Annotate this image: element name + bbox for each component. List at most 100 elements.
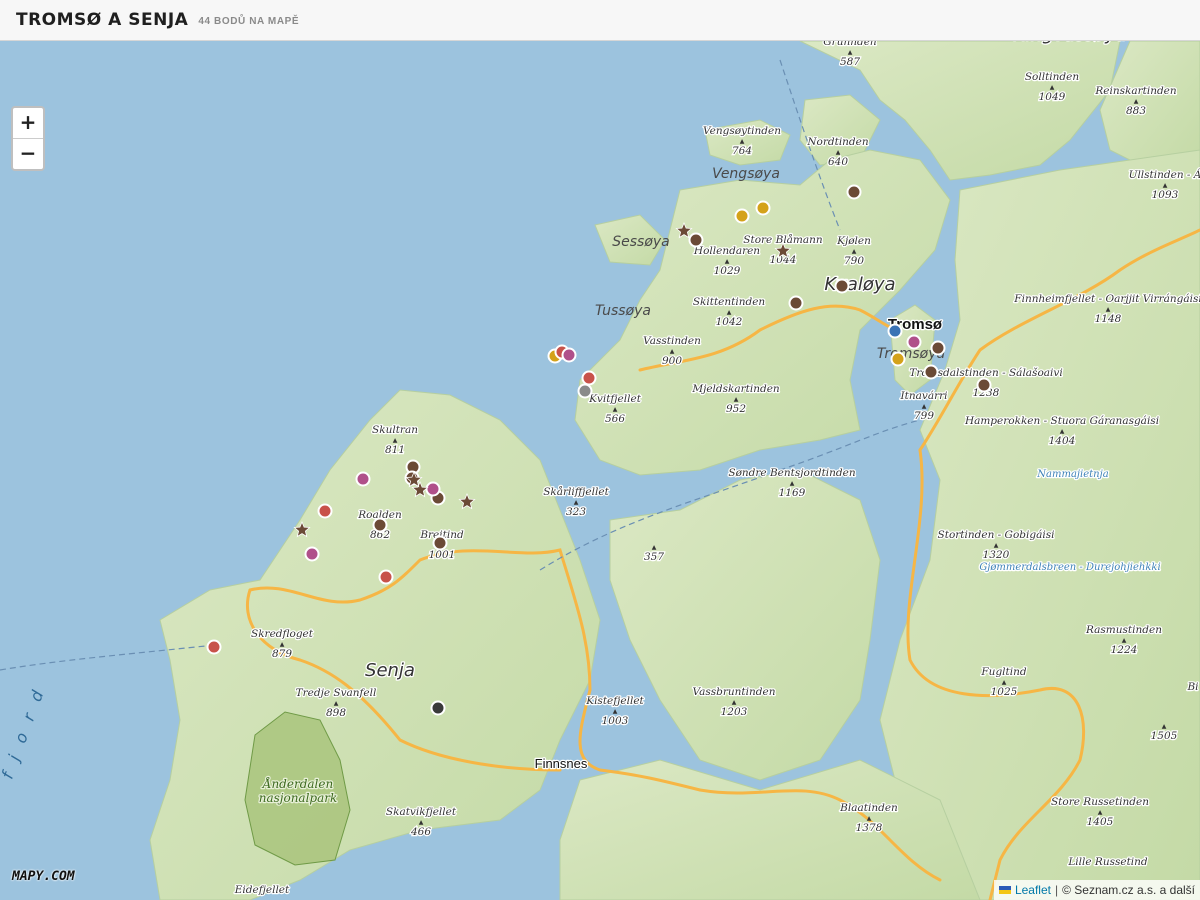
place-name: Grunnden bbox=[823, 41, 877, 48]
peak-elevation: 587 bbox=[840, 56, 860, 68]
peak-elevation: 566 bbox=[605, 413, 625, 425]
leaflet-link[interactable]: Leaflet bbox=[1015, 880, 1051, 900]
peak-triangle-icon: ▲ bbox=[994, 542, 999, 549]
place-name: Skittentinden bbox=[693, 296, 766, 308]
poi-marker[interactable] bbox=[304, 546, 320, 562]
place-name: Søndre Bentsjordtinden bbox=[728, 467, 855, 479]
peak-triangle-icon: ▲ bbox=[734, 396, 739, 403]
attribution-separator: | bbox=[1054, 883, 1059, 897]
poi-marker[interactable] bbox=[834, 278, 850, 294]
place-label: Tussøya bbox=[595, 303, 651, 319]
place-name: Bi bbox=[1186, 681, 1198, 693]
poi-marker[interactable] bbox=[846, 184, 862, 200]
peak-elevation: 1044 bbox=[770, 254, 797, 266]
peak-triangle-icon: ▲ bbox=[1134, 98, 1139, 105]
place-name: Kistefjellet bbox=[585, 695, 644, 707]
place-label: Sessøya bbox=[612, 234, 670, 250]
poi-marker[interactable] bbox=[976, 377, 992, 393]
points-count: 44 BODŮ NA MAPĚ bbox=[198, 16, 300, 27]
peak-elevation: 790 bbox=[844, 255, 864, 267]
zoom-out-button[interactable]: − bbox=[13, 139, 43, 169]
peak-elevation: 1505 bbox=[1151, 730, 1178, 742]
place-name: Kvitfjellet bbox=[588, 393, 642, 405]
peak-triangle-icon: ▲ bbox=[1002, 679, 1007, 686]
peak-elevation: 811 bbox=[385, 444, 405, 456]
peak-elevation: 1001 bbox=[429, 549, 456, 561]
peak-triangle-icon: ▲ bbox=[1098, 809, 1103, 816]
place-name: Skultran bbox=[372, 424, 418, 436]
poi-marker[interactable] bbox=[930, 340, 946, 356]
place-name: Sessøya bbox=[612, 234, 670, 250]
peak-elevation: 898 bbox=[326, 707, 346, 719]
place-label: Finnsnes bbox=[533, 755, 589, 773]
place-name: Vengsøytinden bbox=[703, 125, 781, 137]
peak-elevation: 357 bbox=[644, 551, 664, 563]
map-canvas[interactable]: Grunnden▲587RingvassøyaSolltinden▲1049Re… bbox=[0, 41, 1200, 900]
place-label: Ånderdalen nasjonalpark bbox=[257, 775, 338, 807]
poi-marker[interactable] bbox=[734, 208, 750, 224]
poi-marker[interactable] bbox=[378, 569, 394, 585]
place-label: Gjømmerdalsbreen - Durejohjiehkki bbox=[978, 561, 1162, 575]
peak-triangle-icon: ▲ bbox=[393, 437, 398, 444]
poi-marker[interactable] bbox=[688, 232, 704, 248]
peak-elevation: 1003 bbox=[602, 715, 629, 727]
place-label: Senja bbox=[364, 659, 416, 683]
ukraine-flag-icon bbox=[998, 886, 1011, 894]
place-name: Kjølen bbox=[836, 235, 871, 247]
place-name: Skatvikfjellet bbox=[386, 806, 457, 818]
poi-marker[interactable] bbox=[430, 700, 446, 716]
place-name: Gjømmerdalsbreen - Durejohjiehkki bbox=[979, 562, 1160, 573]
peak-triangle-icon: ▲ bbox=[727, 309, 732, 316]
peak-elevation: 1224 bbox=[1111, 644, 1138, 656]
peak-triangle-icon: ▲ bbox=[613, 708, 618, 715]
place-name: Ånderdalen nasjonalpark bbox=[259, 776, 338, 805]
peak-elevation: 879 bbox=[272, 648, 292, 660]
peak-triangle-icon: ▲ bbox=[867, 815, 872, 822]
peak-triangle-icon: ▲ bbox=[613, 406, 618, 413]
poi-marker[interactable] bbox=[355, 471, 371, 487]
poi-marker[interactable] bbox=[317, 503, 333, 519]
place-label: Lille Russetind bbox=[1066, 855, 1149, 870]
peak-triangle-icon: ▲ bbox=[1163, 182, 1168, 189]
place-name: Tussøya bbox=[595, 303, 651, 319]
poi-marker[interactable] bbox=[906, 334, 922, 350]
poi-marker[interactable] bbox=[206, 639, 222, 655]
zoom-in-button[interactable]: + bbox=[13, 108, 43, 139]
peak-elevation: 1169 bbox=[779, 487, 806, 499]
peak-elevation: 1029 bbox=[714, 265, 741, 277]
peak-elevation: 883 bbox=[1126, 105, 1146, 117]
peak-triangle-icon: ▲ bbox=[852, 248, 857, 255]
peak-elevation: 1405 bbox=[1087, 816, 1114, 828]
peak-elevation: 1378 bbox=[856, 822, 883, 834]
peak-elevation: 799 bbox=[914, 410, 934, 422]
peak-elevation: 1049 bbox=[1039, 91, 1066, 103]
peak-elevation: 1093 bbox=[1152, 189, 1179, 201]
poi-marker[interactable] bbox=[890, 351, 906, 367]
peak-triangle-icon: ▲ bbox=[836, 149, 841, 156]
poi-marker[interactable] bbox=[755, 200, 771, 216]
peak-triangle-icon: ▲ bbox=[740, 138, 745, 145]
mapy-logo[interactable]: MAPY.COM bbox=[12, 869, 75, 884]
peak-triangle-icon: ▲ bbox=[334, 700, 339, 707]
poi-marker[interactable] bbox=[372, 517, 388, 533]
poi-marker[interactable] bbox=[788, 295, 804, 311]
place-name: Nordtinden bbox=[806, 136, 869, 148]
place-name: Tredje Svanfell bbox=[296, 687, 377, 699]
place-name: Stortinden - Gobigáisi bbox=[938, 529, 1055, 541]
place-name: Finnsnes bbox=[535, 756, 588, 771]
poi-marker[interactable] bbox=[887, 323, 903, 339]
peak-elevation: 1404 bbox=[1049, 435, 1076, 447]
map-layer[interactable]: Grunnden▲587RingvassøyaSolltinden▲1049Re… bbox=[0, 41, 1200, 900]
poi-marker[interactable] bbox=[923, 364, 939, 380]
place-label: Ringvassøya bbox=[1012, 41, 1128, 46]
place-name: Ringvassøya bbox=[1013, 41, 1126, 45]
poi-marker[interactable] bbox=[425, 481, 441, 497]
peak-elevation: 1148 bbox=[1095, 313, 1122, 325]
poi-marker[interactable] bbox=[561, 347, 577, 363]
peak-triangle-icon: ▲ bbox=[574, 499, 579, 506]
peak-triangle-icon: ▲ bbox=[1122, 637, 1127, 644]
poi-marker[interactable] bbox=[581, 370, 597, 386]
poi-marker[interactable] bbox=[432, 535, 448, 551]
poi-marker[interactable] bbox=[577, 383, 593, 399]
place-name: Vengsøya bbox=[712, 166, 780, 182]
